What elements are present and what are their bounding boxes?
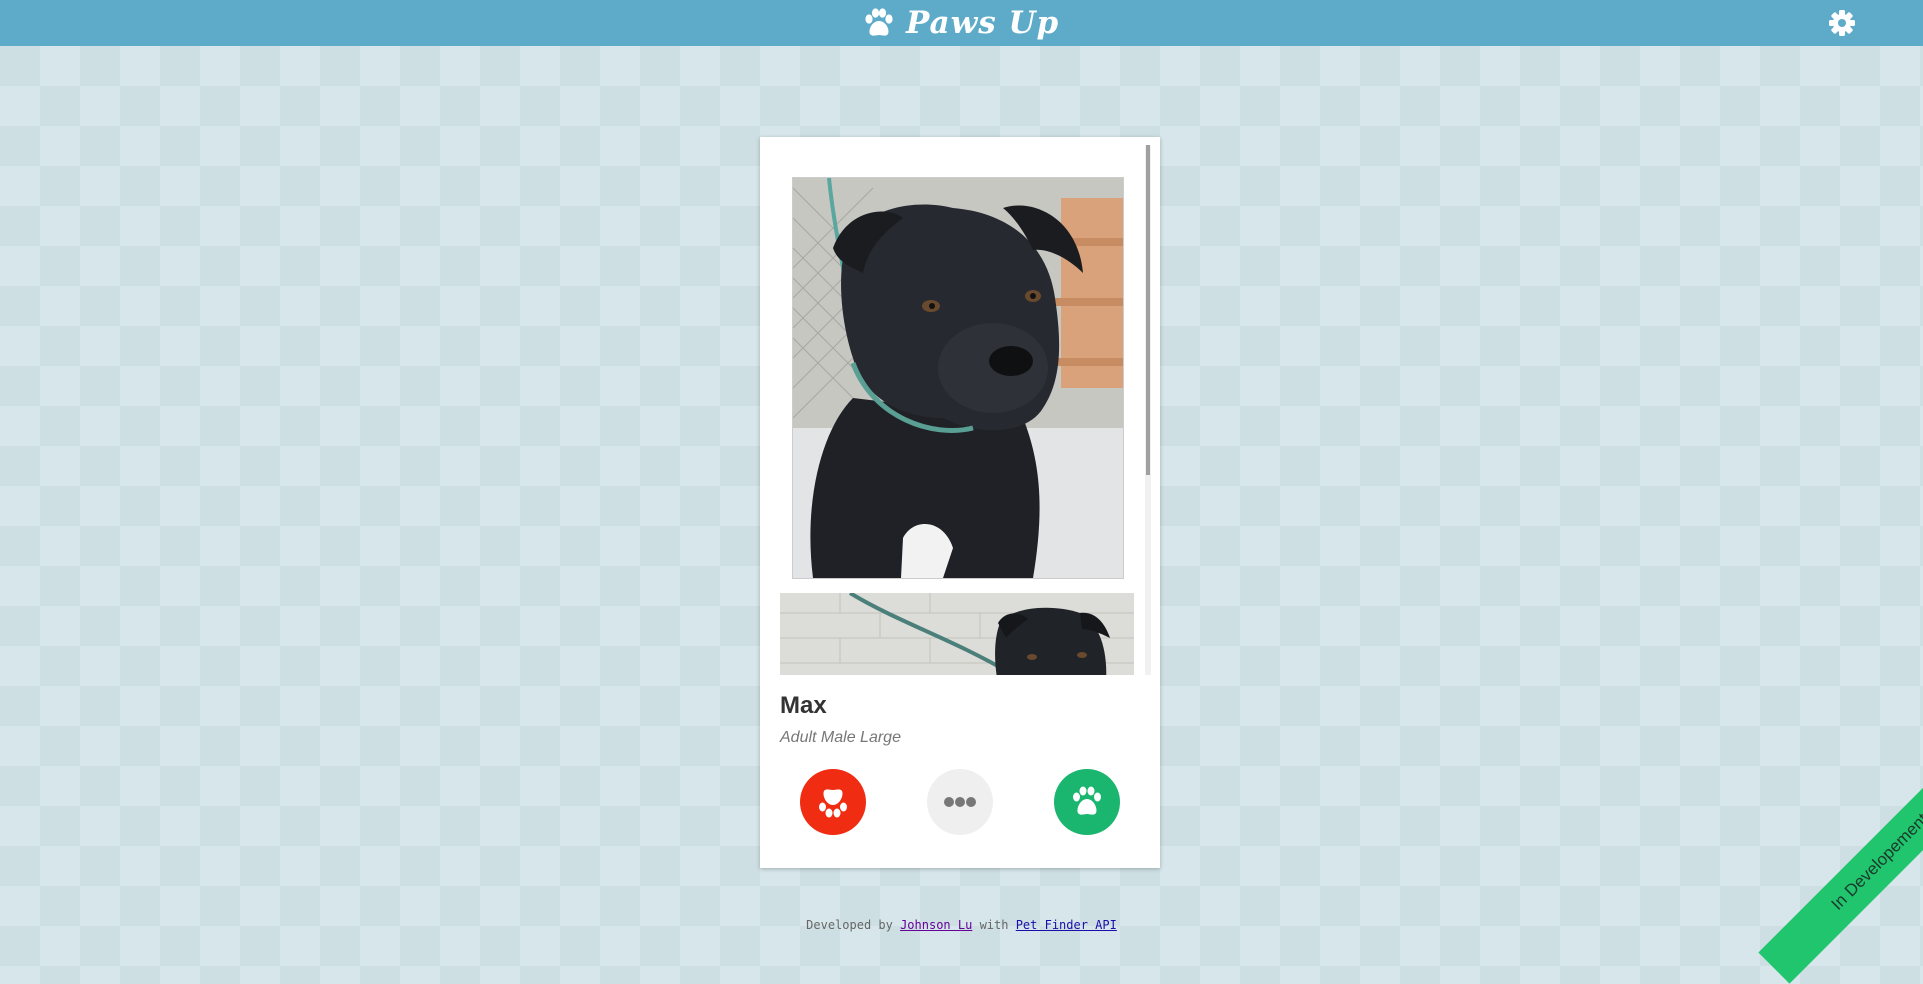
gallery-scrollbar[interactable] xyxy=(1145,145,1151,675)
settings-button[interactable] xyxy=(1828,9,1856,37)
app-title: Paws Up xyxy=(906,5,1060,41)
dev-ribbon: In Developement xyxy=(1758,740,1923,984)
photo-gallery[interactable] xyxy=(780,145,1142,675)
author-link[interactable]: Johnson Lu xyxy=(900,918,972,932)
top-navbar: Paws Up xyxy=(0,0,1923,46)
paw-icon xyxy=(819,789,847,818)
ribbon-label: In Developement xyxy=(1827,809,1923,914)
footer-middle: with xyxy=(979,918,1009,932)
scrollbar-thumb[interactable] xyxy=(1146,145,1150,475)
dog-photo-second xyxy=(780,593,1134,675)
ellipsis-icon xyxy=(944,797,976,807)
paw-icon xyxy=(1073,786,1101,815)
gear-icon xyxy=(1829,10,1855,36)
brand[interactable]: Paws Up xyxy=(862,4,1059,42)
footer-prefix: Developed by xyxy=(806,918,893,932)
pet-details: Adult Male Large xyxy=(780,729,901,746)
dog-photo-main xyxy=(792,177,1124,579)
paw-icon xyxy=(865,8,893,36)
reject-button[interactable] xyxy=(800,769,866,835)
api-link[interactable]: Pet Finder API xyxy=(1016,918,1117,932)
pet-card: Max Adult Male Large xyxy=(760,137,1160,868)
pet-name: Max xyxy=(780,692,827,719)
like-button[interactable] xyxy=(1054,769,1120,835)
more-info-button[interactable] xyxy=(927,769,993,835)
footer: Developed by Johnson Lu with Pet Finder … xyxy=(0,918,1923,932)
